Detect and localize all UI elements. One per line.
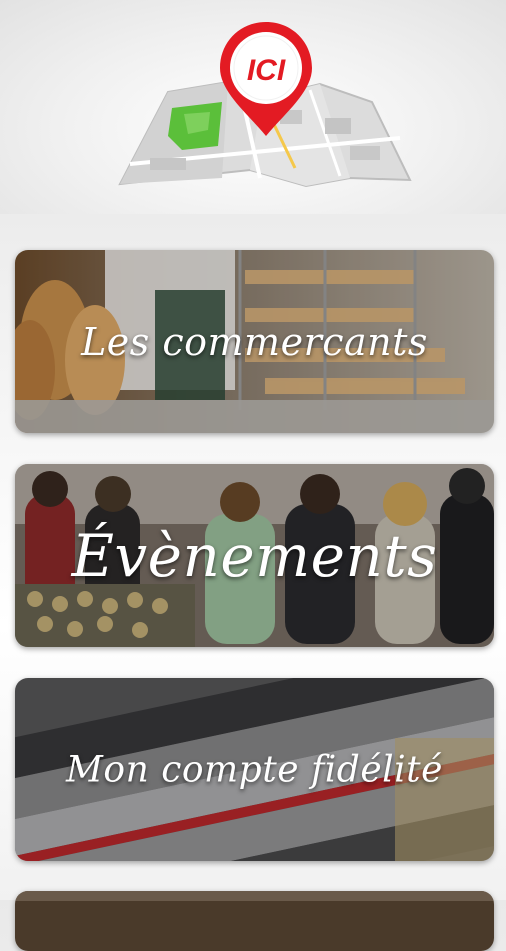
menu-card-events[interactable]: Évènements [15, 464, 494, 647]
partial-card-image [15, 891, 494, 951]
menu-card-loyalty[interactable]: Mon compte fidélité [15, 678, 494, 861]
menu-card-events-label: Évènements [71, 521, 438, 590]
menu-card-loyalty-label: Mon compte fidélité [66, 749, 443, 790]
header: ICI [0, 0, 506, 214]
app-logo: ICI [118, 22, 412, 188]
logo-text: ICI [247, 54, 286, 87]
menu-card-merchants[interactable]: Les commercants [15, 250, 494, 433]
menu-card-merchants-label: Les commercants [81, 319, 428, 364]
menu-card-partial[interactable] [15, 891, 494, 951]
